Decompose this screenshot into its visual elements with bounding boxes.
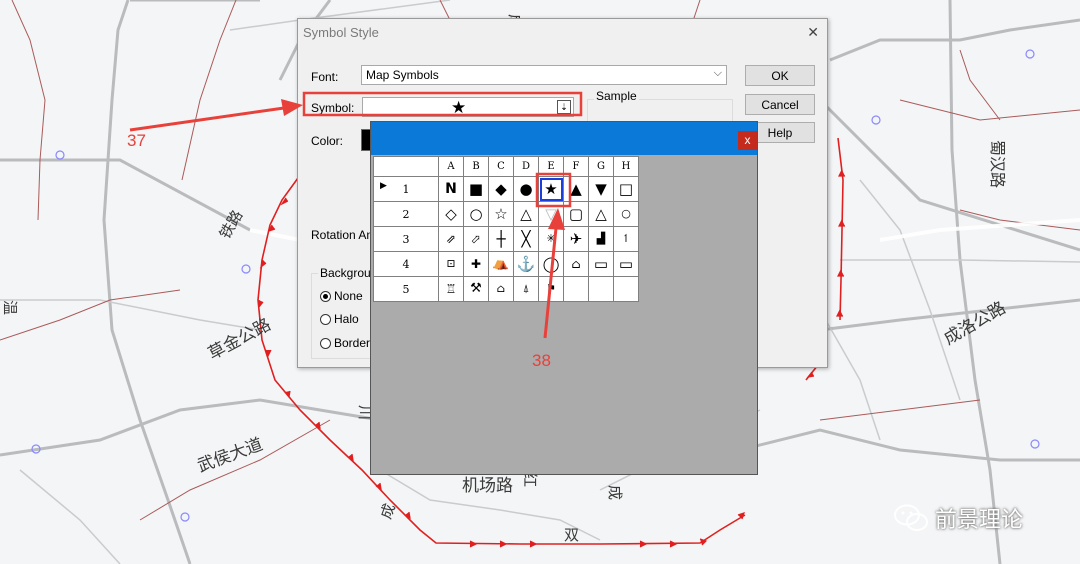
cell-highlight-box	[535, 172, 572, 208]
arrow-37-line	[129, 106, 285, 132]
arrow-38-line	[543, 227, 558, 339]
symbol-highlight-box	[302, 91, 583, 117]
arrow-38-head	[548, 208, 565, 230]
watermark: 前景理论	[893, 502, 1023, 534]
watermark-text: 前景理论	[935, 507, 1024, 532]
wechat-icon	[894, 504, 928, 531]
callout-37: 37	[127, 131, 146, 150]
callout-38: 38	[532, 351, 551, 370]
arrow-37-head	[281, 99, 303, 116]
annotation-overlay	[129, 91, 583, 339]
